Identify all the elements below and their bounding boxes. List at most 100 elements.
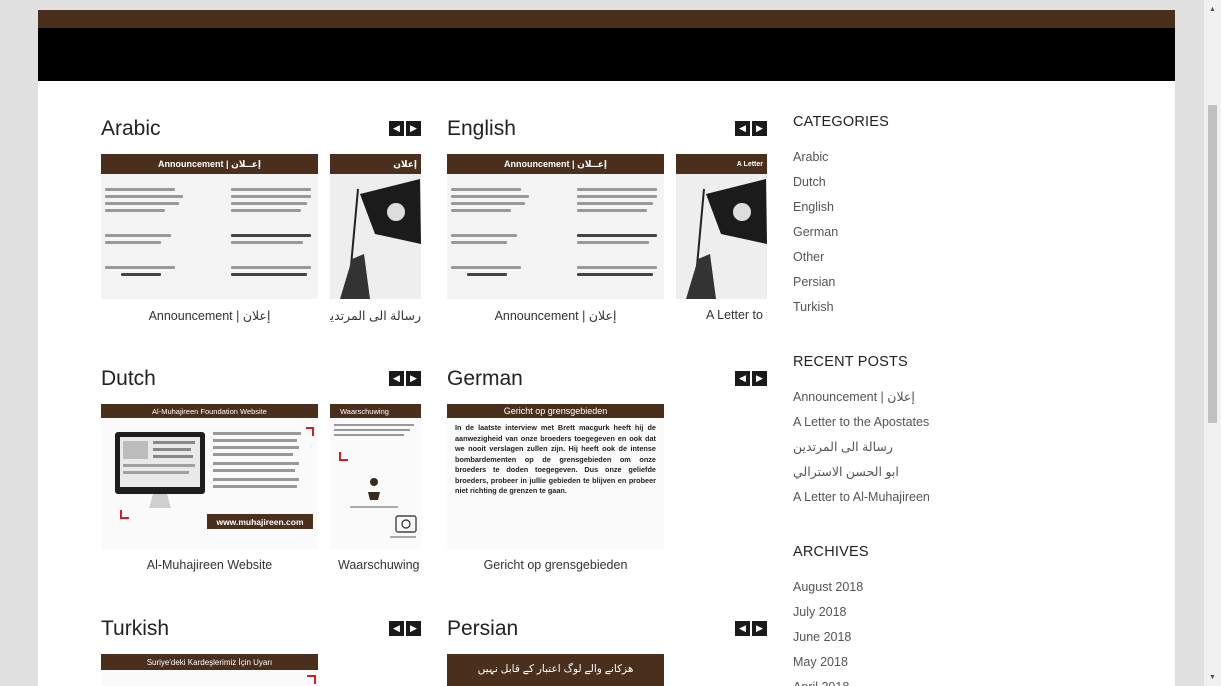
thumbnail-banner: Announcement | إعــلان (101, 154, 318, 174)
section-english: English ◀ ▶ Announcement | إعــلان A Let… (447, 117, 767, 337)
next-arrow-icon[interactable]: ▶ (406, 121, 421, 136)
archive-link[interactable]: May 2018 (793, 650, 869, 675)
recent-post-link[interactable]: A Letter to the Apostates (793, 410, 930, 435)
archives-list: August 2018 July 2018 June 2018 May 2018… (793, 575, 869, 686)
section-title: Dutch (101, 367, 156, 390)
thumbnail-caption[interactable]: Waarschuwing (338, 558, 421, 572)
post-thumbnail[interactable]: Announcement | إعــلان (101, 154, 318, 299)
thumbnail-banner: A Letter (676, 154, 767, 174)
slider-arrows: ◀ ▶ (735, 121, 767, 136)
section-dutch: Dutch ◀ ▶ Al-Muhajireen Foundation Websi… (101, 367, 421, 587)
scroll-up-icon[interactable]: ▲ (1204, 2, 1221, 16)
archive-link[interactable]: August 2018 (793, 575, 869, 600)
prev-arrow-icon[interactable]: ◀ (389, 371, 404, 386)
thumbnail-banner: Waarschuwing (330, 404, 421, 418)
slider-arrows: ◀ ▶ (735, 371, 767, 386)
recent-posts-list: Announcement | إعلان A Letter to the Apo… (793, 385, 930, 510)
post-thumbnail[interactable]: إعلان (330, 154, 421, 299)
section-persian: Persian ◀ ▶ هزکانے والے لوگ اعتبار کے قا… (447, 617, 767, 686)
next-arrow-icon[interactable]: ▶ (752, 121, 767, 136)
recent-post-link[interactable]: Announcement | إعلان (793, 385, 930, 410)
archives-widget: ARCHIVES August 2018 July 2018 June 2018… (793, 544, 869, 686)
thumbnail-caption[interactable]: A Letter to the Apostates (706, 308, 767, 322)
slider-arrows: ◀ ▶ (389, 621, 421, 636)
thumbnail-banner: Al-Muhajireen Foundation Website (101, 404, 318, 418)
thumbnail-banner-text: A Letter (736, 160, 763, 168)
next-arrow-icon[interactable]: ▶ (406, 621, 421, 636)
thumbnail-banner-text: إعلان (393, 158, 417, 169)
section-title: Turkish (101, 617, 170, 640)
thumbnail-text-block (101, 174, 318, 299)
prev-arrow-icon[interactable]: ◀ (735, 621, 750, 636)
archive-link[interactable]: April 2018 (793, 675, 869, 686)
post-thumbnail[interactable]: هزکانے والے لوگ اعتبار کے قابل نہیں (447, 654, 664, 686)
post-thumbnail[interactable]: A Letter (676, 154, 767, 299)
thumbnail-caption[interactable]: Al-Muhajireen Website (101, 558, 318, 572)
thumbnail-caption[interactable]: Announcement | إعلان (447, 308, 664, 323)
prev-arrow-icon[interactable]: ◀ (389, 121, 404, 136)
recent-post-link[interactable]: ابو الحسن الاسترالي (793, 460, 930, 485)
thumbnail-preview (101, 670, 318, 686)
category-link[interactable]: Arabic (793, 145, 889, 170)
prev-arrow-icon[interactable]: ◀ (735, 121, 750, 136)
scroll-down-icon[interactable]: ▼ (1204, 670, 1221, 684)
prev-arrow-icon[interactable]: ◀ (389, 621, 404, 636)
section-turkish: Turkish ◀ ▶ Suriye'deki Kardeşlerimiz İç… (101, 617, 421, 686)
widget-title: RECENT POSTS (793, 354, 908, 370)
thumbnail-track: Announcement | إعــلان (101, 154, 421, 334)
category-link[interactable]: Persian (793, 270, 889, 295)
category-link[interactable]: Turkish (793, 295, 889, 320)
category-link[interactable]: English (793, 195, 889, 220)
thumbnail-banner-text: Waarschuwing (340, 406, 389, 416)
next-arrow-icon[interactable]: ▶ (752, 371, 767, 386)
corner-marker (307, 675, 316, 684)
next-arrow-icon[interactable]: ▶ (752, 621, 767, 636)
header-brown-bar (38, 10, 1175, 28)
thumbnail-banner: Suriye'deki Kardeşlerimiz İçin Uyarı (101, 654, 318, 670)
category-link[interactable]: Dutch (793, 170, 889, 195)
flag-image (676, 174, 767, 299)
header-black-bar (38, 28, 1175, 81)
warning-graphic (330, 418, 421, 549)
slider-arrows: ◀ ▶ (735, 621, 767, 636)
section-german: German ◀ ▶ Gericht op grensgebieden In d… (447, 367, 767, 587)
archive-link[interactable]: July 2018 (793, 600, 869, 625)
post-thumbnail[interactable]: Announcement | إعــلان (447, 154, 664, 299)
next-arrow-icon[interactable]: ▶ (406, 371, 421, 386)
scrollbar-thumb[interactable] (1208, 105, 1217, 423)
thumbnail-banner: هزکانے والے لوگ اعتبار کے قابل نہیں (477, 663, 634, 675)
post-thumbnail[interactable]: Gericht op grensgebieden In de laatste i… (447, 404, 664, 549)
prev-arrow-icon[interactable]: ◀ (735, 371, 750, 386)
section-title: Persian (447, 617, 519, 640)
thumbnail-track: Suriye'deki Kardeşlerimiz İçin Uyarı (101, 654, 421, 686)
thumbnail-caption[interactable]: Gericht op grensgebieden (447, 558, 664, 572)
thumbnail-caption-text: رسالة الى المرتدين (330, 309, 421, 323)
category-link[interactable]: Other (793, 245, 889, 270)
thumbnail-track: Announcement | إعــلان (447, 154, 767, 334)
website-mockup: www.muhajireen.com (101, 418, 318, 549)
thumbnail-track: Al-Muhajireen Foundation Website www.muh… (101, 404, 421, 584)
recent-post-link[interactable]: رسالة الى المرتدين (793, 435, 930, 460)
flag-figure-graphic (340, 179, 421, 299)
monitor-graphic (115, 427, 314, 519)
thumbnail-text-block: In de laatste interview met Brett macgur… (447, 418, 664, 549)
thumbnail-banner: Announcement | إعــلان (447, 154, 664, 174)
widget-title: ARCHIVES (793, 544, 869, 560)
categories-list: Arabic Dutch English German Other Persia… (793, 145, 889, 320)
thumbnail-banner: إعلان (330, 154, 421, 174)
recent-posts-widget: RECENT POSTS Announcement | إعلان A Lett… (793, 354, 930, 510)
section-title: German (447, 367, 523, 390)
section-title: Arabic (101, 117, 161, 140)
section-title: English (447, 117, 516, 140)
thumbnail-caption[interactable]: Announcement | إعلان (101, 308, 318, 323)
archive-link[interactable]: June 2018 (793, 625, 869, 650)
section-arabic: Arabic ◀ ▶ Announcement | إعــلان إعلان … (101, 117, 421, 337)
recent-post-link[interactable]: A Letter to Al-Muhajireen (793, 485, 930, 510)
post-thumbnail[interactable]: Waarschuwing (330, 404, 421, 549)
vertical-scrollbar[interactable]: ▲ ▼ (1204, 0, 1221, 686)
post-thumbnail[interactable]: Al-Muhajireen Foundation Website www.muh… (101, 404, 318, 549)
category-link[interactable]: German (793, 220, 889, 245)
thumbnail-caption[interactable]: رسالة الى المرتدين (330, 308, 421, 323)
thumbnail-track: هزکانے والے لوگ اعتبار کے قابل نہیں (447, 654, 767, 686)
post-thumbnail[interactable]: Suriye'deki Kardeşlerimiz İçin Uyarı (101, 654, 318, 686)
